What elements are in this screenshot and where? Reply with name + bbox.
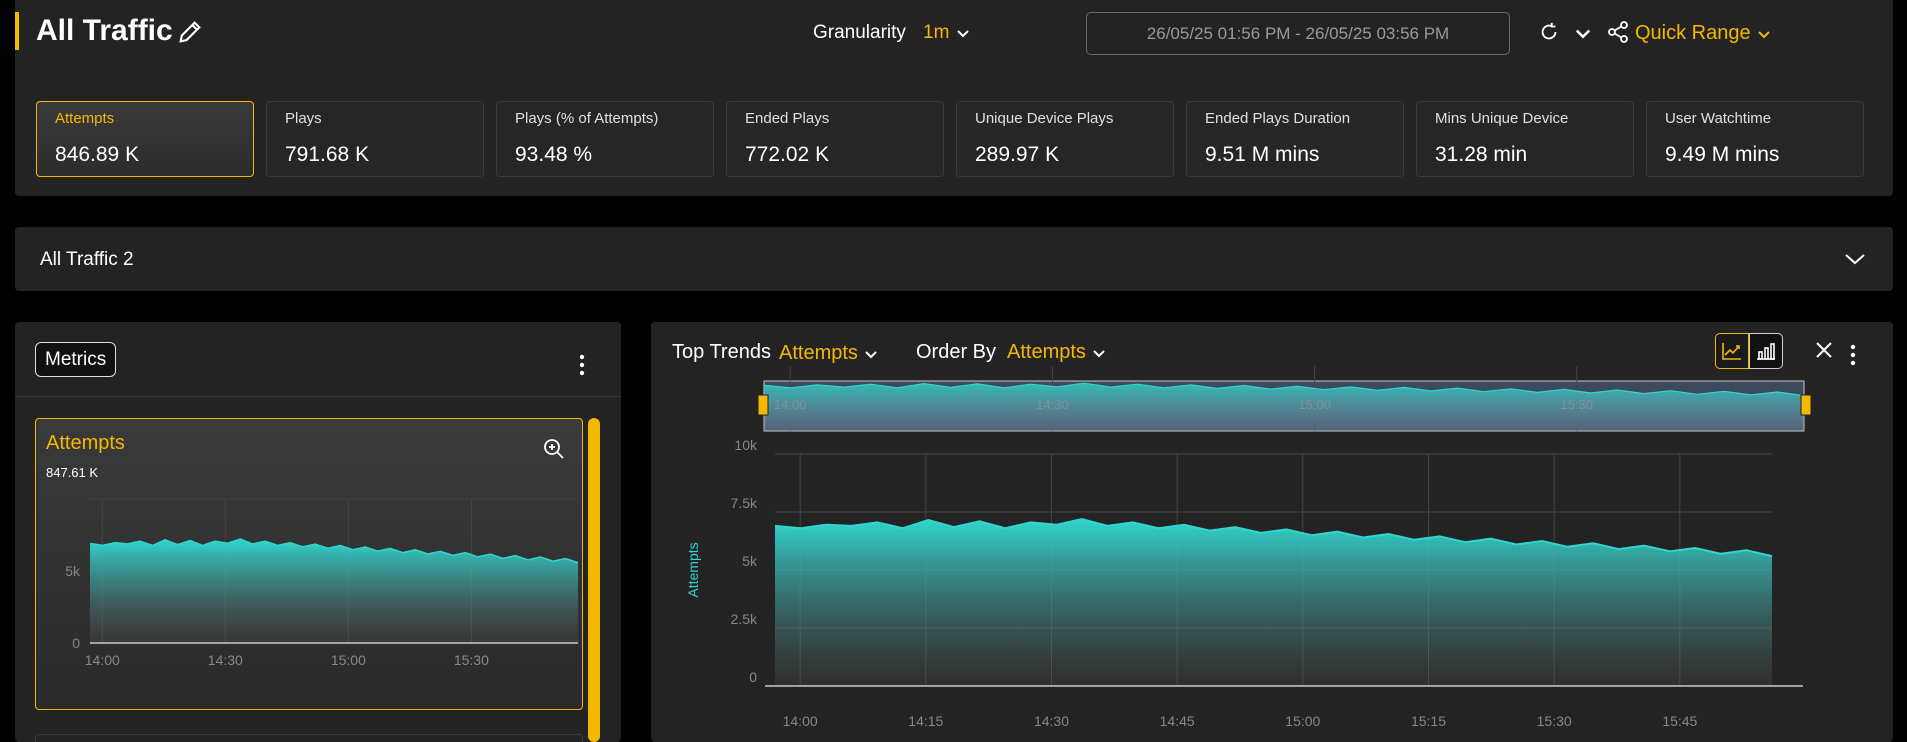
- kpi-value: 289.97 K: [975, 143, 1060, 166]
- pencil-icon[interactable]: [176, 18, 204, 46]
- attempts-area: [775, 519, 1772, 686]
- kpi-row: Attempts 846.89 K Plays 791.68 K Plays (…: [36, 101, 1864, 177]
- y-tick-label: 7.5k: [731, 495, 758, 511]
- page-title: All Traffic: [36, 14, 173, 47]
- x-tick-label: 15:15: [1411, 713, 1446, 729]
- y-axis-title: Attempts: [685, 542, 701, 597]
- granularity-dropdown[interactable]: 1m: [923, 20, 971, 46]
- x-tick-label: 14:30: [1036, 397, 1069, 412]
- kpi-value: 772.02 K: [745, 143, 830, 166]
- x-tick-label: 14:15: [908, 713, 943, 729]
- kpi-card-ended-plays-duration[interactable]: Ended Plays Duration 9.51 M mins: [1186, 101, 1404, 177]
- kpi-value: 93.48 %: [515, 143, 593, 166]
- kpi-value: 846.89 K: [55, 143, 140, 166]
- x-tick-label: 15:30: [1560, 397, 1593, 412]
- metric-card-next[interactable]: [35, 734, 583, 742]
- x-tick-label: 14:00: [85, 652, 120, 668]
- y-tick-label: 10k: [734, 437, 758, 453]
- x-tick-label: 14:30: [1034, 713, 1069, 729]
- kpi-value: 9.51 M mins: [1205, 143, 1320, 166]
- quick-range-label: Quick Range: [1635, 22, 1751, 44]
- metric-card-attempts[interactable]: Attempts 847.61 K 14:00 14:30 15:00 15:30 0 5…: [35, 418, 583, 710]
- kpi-label: User Watchtime: [1665, 110, 1772, 127]
- kpi-label: Ended Plays: [745, 110, 830, 127]
- kpi-label: Mins Unique Device: [1435, 110, 1569, 127]
- kpi-card-user-watchtime[interactable]: User Watchtime 9.49 M mins: [1646, 101, 1864, 177]
- metrics-button[interactable]: Metrics: [35, 342, 117, 377]
- metrics-panel: Metrics Attempts 847.61 K 14:00 14:30 15:0…: [15, 322, 621, 742]
- kpi-value: 9.49 M mins: [1665, 143, 1780, 166]
- section-title: All Traffic 2: [40, 249, 134, 270]
- kpi-label: Attempts: [55, 110, 115, 127]
- chevron-down-icon: [1758, 31, 1770, 39]
- granularity-label: Granularity: [813, 22, 906, 43]
- navigator-handle-left: [757, 394, 769, 416]
- navigator-handle-right: [1800, 394, 1812, 416]
- x-tick-label: 15:00: [1285, 713, 1320, 729]
- x-tick-label: 15:30: [1537, 713, 1572, 729]
- kpi-label: Plays (% of Attempts): [515, 110, 659, 127]
- chevron-down-icon[interactable]: [1573, 23, 1593, 43]
- quick-range-dropdown[interactable]: Quick Range: [1635, 20, 1772, 46]
- metric-card-title: Attempts: [46, 432, 125, 454]
- kpi-card-mins-unique-device[interactable]: Mins Unique Device 31.28 min: [1416, 101, 1634, 177]
- title-accent-bar: [15, 12, 19, 50]
- kebab-menu-icon[interactable]: [579, 354, 585, 376]
- share-icon[interactable]: [1606, 19, 1630, 45]
- attempts-mini-chart: 14:00 14:30 15:00 15:30 0 5k: [65, 498, 579, 668]
- kpi-card-plays-percent[interactable]: Plays (% of Attempts) 93.48 %: [496, 101, 714, 177]
- kpi-card-attempts[interactable]: Attempts 846.89 K: [36, 101, 254, 177]
- attempts-area: [90, 539, 578, 643]
- kpi-card-ended-plays[interactable]: Ended Plays 772.02 K: [726, 101, 944, 177]
- x-tick-label: 14:30: [208, 652, 243, 668]
- x-tick-label: 14:45: [1160, 713, 1195, 729]
- refresh-icon[interactable]: [1538, 21, 1560, 43]
- kpi-card-unique-device-plays[interactable]: Unique Device Plays 289.97 K: [956, 101, 1174, 177]
- kpi-card-plays[interactable]: Plays 791.68 K: [266, 101, 484, 177]
- kpi-value: 791.68 K: [285, 143, 370, 166]
- x-tick-label: 15:30: [454, 652, 489, 668]
- kpi-label: Ended Plays Duration: [1205, 110, 1351, 127]
- y-tick-label: 5k: [742, 553, 758, 569]
- scrollbar-thumb[interactable]: [588, 418, 600, 742]
- y-tick-label: 5k: [65, 563, 81, 579]
- y-tick-label: 2.5k: [731, 611, 758, 627]
- y-tick-label: 0: [749, 669, 757, 685]
- date-range-picker[interactable]: 26/05/25 01:56 PM - 26/05/25 03:56 PM: [1086, 12, 1510, 55]
- x-tick-label: 15:45: [1662, 713, 1697, 729]
- x-tick-label: 15:00: [331, 652, 366, 668]
- chevron-down-icon[interactable]: [1843, 249, 1867, 269]
- x-tick-label: 14:00: [783, 713, 818, 729]
- x-tick-label: 14:00: [774, 397, 807, 412]
- kpi-value: 31.28 min: [1435, 143, 1528, 166]
- top-trends-chart: 14:00 14:15 14:30 14:45 15:00 15:15 15:30 15:45…: [685, 366, 1812, 729]
- chevron-down-icon: [956, 30, 969, 38]
- divider: [15, 396, 621, 397]
- granularity-value: 1m: [923, 22, 950, 43]
- kpi-label: Unique Device Plays: [975, 110, 1114, 127]
- zoom-in-icon[interactable]: [542, 437, 566, 461]
- y-tick-label: 0: [72, 635, 80, 651]
- top-trends-panel: Top Trends Attempts Order By Attempts 14…: [651, 322, 1893, 742]
- kpi-label: Plays: [285, 110, 322, 127]
- x-tick-label: 15:00: [1298, 397, 1331, 412]
- section-all-traffic-2[interactable]: All Traffic 2: [15, 227, 1893, 291]
